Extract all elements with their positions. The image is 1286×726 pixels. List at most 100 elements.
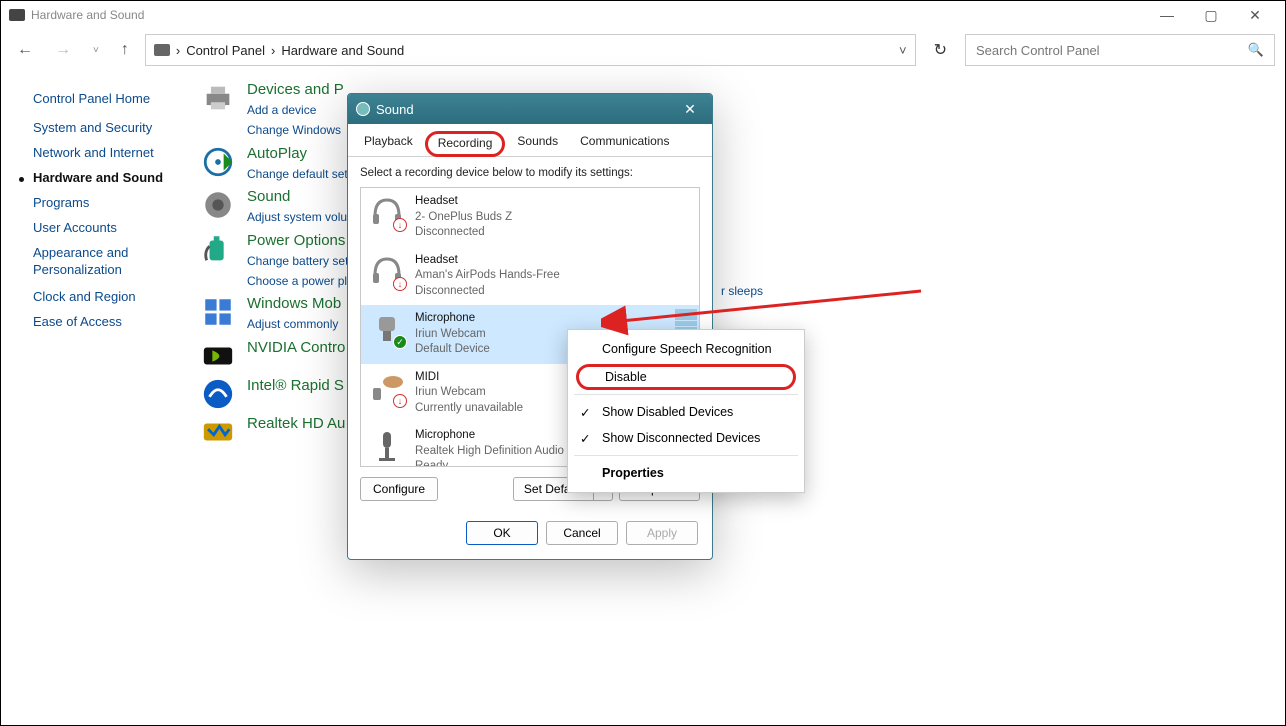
main-content: Devices and P Add a device Change Window… — [201, 71, 348, 453]
device-subtitle: Realtek High Definition Audio — [415, 444, 564, 460]
device-name: Headset — [415, 194, 512, 210]
category-realtek: Realtek HD Au — [201, 415, 348, 449]
dialog-title: Sound — [376, 102, 414, 117]
category-link[interactable]: Choose a power pl — [247, 271, 348, 291]
device-item[interactable]: Headset Aman's AirPods Hands-Free Discon… — [361, 247, 699, 306]
category-link[interactable]: Adjust system volu — [247, 207, 347, 227]
search-placeholder: Search Control Panel — [976, 43, 1100, 58]
breadcrumb-chevron: › — [176, 43, 180, 58]
recent-locations-button[interactable]: ˅ — [87, 41, 105, 60]
address-dropdown[interactable]: ˅ — [899, 43, 907, 58]
configure-button[interactable]: Configure — [360, 477, 438, 501]
dialog-tabs: Playback Recording Sounds Communications — [348, 124, 712, 157]
menu-configure-speech[interactable]: Configure Speech Recognition — [568, 336, 804, 362]
category-link[interactable]: Change battery set — [247, 251, 348, 271]
device-subtitle: Aman's AirPods Hands-Free — [415, 268, 560, 284]
speaker-icon — [201, 188, 235, 222]
forward-button[interactable]: → — [49, 37, 77, 63]
category-title[interactable]: Windows Mob — [247, 295, 341, 312]
category-title[interactable]: Power Options — [247, 232, 348, 249]
back-button[interactable]: ← — [11, 37, 39, 63]
category-title[interactable]: NVIDIA Contro — [247, 339, 345, 356]
up-button[interactable]: ↑ — [115, 37, 135, 63]
mobility-icon — [201, 295, 235, 329]
sidebar-item-clock-region[interactable]: Clock and Region — [33, 289, 201, 304]
category-title[interactable]: Sound — [247, 188, 347, 205]
partial-link-text[interactable]: r sleeps — [721, 284, 763, 298]
microphone-icon — [369, 428, 405, 464]
device-name: Headset — [415, 253, 560, 269]
device-status: Currently unavailable — [415, 401, 523, 417]
ok-button[interactable]: OK — [466, 521, 538, 545]
close-button[interactable]: ✕ — [1233, 1, 1277, 29]
sidebar-item-system-security[interactable]: System and Security — [33, 120, 201, 135]
menu-show-disconnected[interactable]: Show Disconnected Devices — [568, 425, 804, 451]
breadcrumb-section[interactable]: Hardware and Sound — [281, 43, 404, 58]
device-subtitle: Iriun Webcam — [415, 327, 490, 343]
menu-show-disabled[interactable]: Show Disabled Devices — [568, 399, 804, 425]
sidebar-item-appearance[interactable]: Appearance andPersonalization — [33, 245, 201, 279]
category-intel-rapid: Intel® Rapid S — [201, 377, 348, 411]
battery-icon — [201, 232, 235, 266]
unavailable-badge-icon — [393, 394, 407, 408]
device-status: Disconnected — [415, 225, 512, 241]
category-link[interactable]: Change Windows — [247, 120, 344, 140]
category-autoplay: AutoPlay Change default set — [201, 145, 348, 184]
search-icon: 🔍 — [1248, 42, 1264, 58]
tab-communications[interactable]: Communications — [570, 130, 679, 156]
printer-icon — [201, 81, 235, 115]
dialog-titlebar[interactable]: Sound ✕ — [348, 94, 712, 124]
dialog-instruction: Select a recording device below to modif… — [360, 167, 700, 179]
menu-disable[interactable]: Disable — [576, 364, 796, 390]
tab-sounds[interactable]: Sounds — [507, 130, 568, 156]
device-status: Disconnected — [415, 284, 560, 300]
menu-properties[interactable]: Properties — [568, 460, 804, 486]
category-title[interactable]: Realtek HD Au — [247, 415, 345, 432]
navigation-bar: ← → ˅ ↑ › Control Panel › Hardware and S… — [1, 29, 1285, 71]
category-link[interactable]: Change default set — [247, 164, 348, 184]
dialog-close-button[interactable]: ✕ — [676, 101, 704, 118]
address-bar[interactable]: › Control Panel › Hardware and Sound ˅ — [145, 34, 916, 66]
sidebar-item-hardware-sound[interactable]: Hardware and Sound — [33, 170, 201, 185]
disconnected-badge-icon — [393, 218, 407, 232]
sidebar-item-programs[interactable]: Programs — [33, 195, 201, 210]
refresh-button[interactable]: ↻ — [926, 36, 955, 64]
category-link[interactable]: Add a device — [247, 100, 344, 120]
device-name: Microphone — [415, 311, 490, 327]
device-name: MIDI — [415, 370, 523, 386]
maximize-button[interactable]: ▢ — [1189, 1, 1233, 29]
minimize-button[interactable]: — — [1145, 1, 1189, 29]
realtek-icon — [201, 415, 235, 449]
breadcrumb-root[interactable]: Control Panel — [186, 43, 265, 58]
device-item[interactable]: Headset 2- OnePlus Buds Z Disconnected — [361, 188, 699, 247]
control-panel-icon — [154, 44, 170, 56]
device-subtitle: 2- OnePlus Buds Z — [415, 210, 512, 226]
category-power: Power Options Change battery set Choose … — [201, 232, 348, 292]
sound-icon — [356, 102, 370, 116]
search-input[interactable]: Search Control Panel 🔍 — [965, 34, 1275, 66]
category-title[interactable]: Devices and P — [247, 81, 344, 98]
category-mobility: Windows Mob Adjust commonly — [201, 295, 348, 334]
sidebar-item-network-internet[interactable]: Network and Internet — [33, 145, 201, 160]
sidebar-item-ease-access[interactable]: Ease of Access — [33, 314, 201, 329]
control-panel-icon — [9, 9, 25, 21]
headset-icon — [369, 194, 405, 230]
category-title[interactable]: AutoPlay — [247, 145, 348, 162]
context-menu: Configure Speech Recognition Disable Sho… — [567, 329, 805, 493]
cancel-button[interactable]: Cancel — [546, 521, 618, 545]
apply-button[interactable]: Apply — [626, 521, 698, 545]
sidebar-item-user-accounts[interactable]: User Accounts — [33, 220, 201, 235]
disc-icon — [201, 145, 235, 179]
breadcrumb-chevron: › — [271, 43, 275, 58]
device-name: Microphone — [415, 428, 564, 444]
category-link[interactable]: Adjust commonly — [247, 314, 341, 334]
tab-playback[interactable]: Playback — [354, 130, 423, 156]
category-devices: Devices and P Add a device Change Window… — [201, 81, 348, 141]
category-title[interactable]: Intel® Rapid S — [247, 377, 344, 394]
window-title: Hardware and Sound — [31, 8, 144, 22]
default-badge-icon — [393, 335, 407, 349]
control-panel-home-link[interactable]: Control Panel Home — [33, 91, 201, 106]
tab-recording[interactable]: Recording — [425, 131, 506, 157]
intel-icon — [201, 377, 235, 411]
window-titlebar: Hardware and Sound — ▢ ✕ — [1, 1, 1285, 29]
